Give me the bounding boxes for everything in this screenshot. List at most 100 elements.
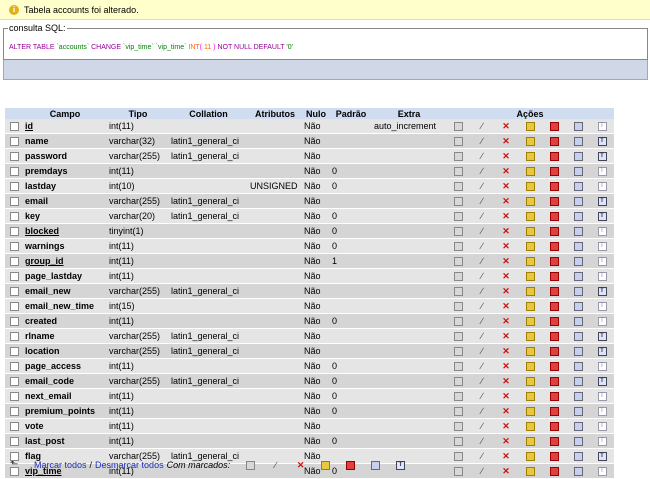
edit-icon[interactable]: ∕ [478,452,487,461]
edit-icon[interactable]: ∕ [478,227,487,236]
unique-icon[interactable] [549,362,559,372]
index-icon[interactable] [573,167,583,177]
index-icon[interactable] [573,407,583,417]
fulltext-icon[interactable]: T [597,182,607,192]
drop-icon[interactable]: ✕ [502,437,511,446]
fulltext-icon[interactable]: T [597,302,607,312]
unique-icon[interactable] [549,197,559,207]
drop-icon[interactable]: ✕ [502,377,511,386]
edit-icon[interactable]: ∕ [478,242,487,251]
drop-icon[interactable]: ✕ [296,460,305,470]
primary-key-icon[interactable] [321,460,331,470]
row-checkbox[interactable] [9,242,19,252]
drop-icon[interactable]: ✕ [502,302,511,311]
browse-icon[interactable] [453,437,463,447]
index-icon[interactable] [573,332,583,342]
primary-key-icon[interactable] [525,152,535,162]
browse-icon[interactable] [453,272,463,282]
drop-icon[interactable]: ✕ [502,332,511,341]
index-icon[interactable] [573,182,583,192]
drop-icon[interactable]: ✕ [502,422,511,431]
primary-key-icon[interactable] [525,422,535,432]
row-checkbox[interactable] [9,392,19,402]
primary-key-icon[interactable] [525,377,535,387]
index-icon[interactable] [573,152,583,162]
fulltext-icon[interactable]: T [597,227,607,237]
browse-icon[interactable] [453,242,463,252]
row-checkbox[interactable] [9,377,19,387]
primary-key-icon[interactable] [525,287,535,297]
primary-key-icon[interactable] [525,242,535,252]
edit-icon[interactable]: ∕ [478,212,487,221]
unique-icon[interactable] [549,167,559,177]
row-checkbox[interactable] [9,317,19,327]
unique-icon[interactable] [549,212,559,222]
unique-icon[interactable] [346,460,356,470]
row-checkbox[interactable] [9,332,19,342]
unique-icon[interactable] [549,407,559,417]
primary-key-icon[interactable] [525,362,535,372]
unique-icon[interactable] [549,437,559,447]
unique-icon[interactable] [549,347,559,357]
unique-icon[interactable] [549,287,559,297]
edit-icon[interactable]: ∕ [271,460,280,470]
drop-icon[interactable]: ✕ [502,392,511,401]
unique-icon[interactable] [549,242,559,252]
unique-icon[interactable] [549,257,559,267]
index-icon[interactable] [573,422,583,432]
fulltext-icon[interactable]: T [597,257,607,267]
uncheck-all-link[interactable]: Desmarcar todos [95,460,164,470]
browse-icon[interactable] [453,317,463,327]
index-icon[interactable] [573,257,583,267]
index-icon[interactable] [573,347,583,357]
unique-icon[interactable] [549,422,559,432]
row-checkbox[interactable] [9,212,19,222]
drop-icon[interactable]: ✕ [502,182,511,191]
primary-key-icon[interactable] [525,437,535,447]
primary-key-icon[interactable] [525,167,535,177]
unique-icon[interactable] [549,392,559,402]
index-icon[interactable] [573,122,583,132]
drop-icon[interactable]: ✕ [502,452,511,461]
index-icon[interactable] [573,227,583,237]
row-checkbox[interactable] [9,137,19,147]
fulltext-icon[interactable]: T [597,377,607,387]
row-checkbox[interactable] [9,197,19,207]
index-icon[interactable] [573,452,583,462]
index-icon[interactable] [573,137,583,147]
browse-icon[interactable] [453,137,463,147]
unique-icon[interactable] [549,272,559,282]
unique-icon[interactable] [549,467,559,477]
check-all-link[interactable]: Marcar todos [34,460,87,470]
fulltext-icon[interactable]: T [597,137,607,147]
index-icon[interactable] [573,392,583,402]
header-campo[interactable]: Campo [23,108,107,119]
index-icon[interactable] [573,212,583,222]
primary-key-icon[interactable] [525,467,535,477]
browse-icon[interactable] [246,460,256,470]
fulltext-icon[interactable]: T [597,197,607,207]
row-checkbox[interactable] [9,152,19,162]
primary-key-icon[interactable] [525,272,535,282]
edit-icon[interactable]: ∕ [478,317,487,326]
row-checkbox[interactable] [9,167,19,177]
drop-icon[interactable]: ✕ [502,167,511,176]
drop-icon[interactable]: ✕ [502,287,511,296]
edit-icon[interactable]: ∕ [478,377,487,386]
drop-icon[interactable]: ✕ [502,227,511,236]
index-icon[interactable] [573,362,583,372]
drop-icon[interactable]: ✕ [502,467,511,476]
browse-icon[interactable] [453,452,463,462]
edit-icon[interactable]: ∕ [478,332,487,341]
row-checkbox[interactable] [9,122,19,132]
primary-key-icon[interactable] [525,197,535,207]
unique-icon[interactable] [549,137,559,147]
primary-key-icon[interactable] [525,302,535,312]
primary-key-icon[interactable] [525,257,535,267]
drop-icon[interactable]: ✕ [502,407,511,416]
fulltext-icon[interactable]: T [597,332,607,342]
edit-icon[interactable]: ∕ [478,347,487,356]
fulltext-icon[interactable]: T [597,422,607,432]
browse-icon[interactable] [453,407,463,417]
fulltext-icon[interactable]: T [597,152,607,162]
